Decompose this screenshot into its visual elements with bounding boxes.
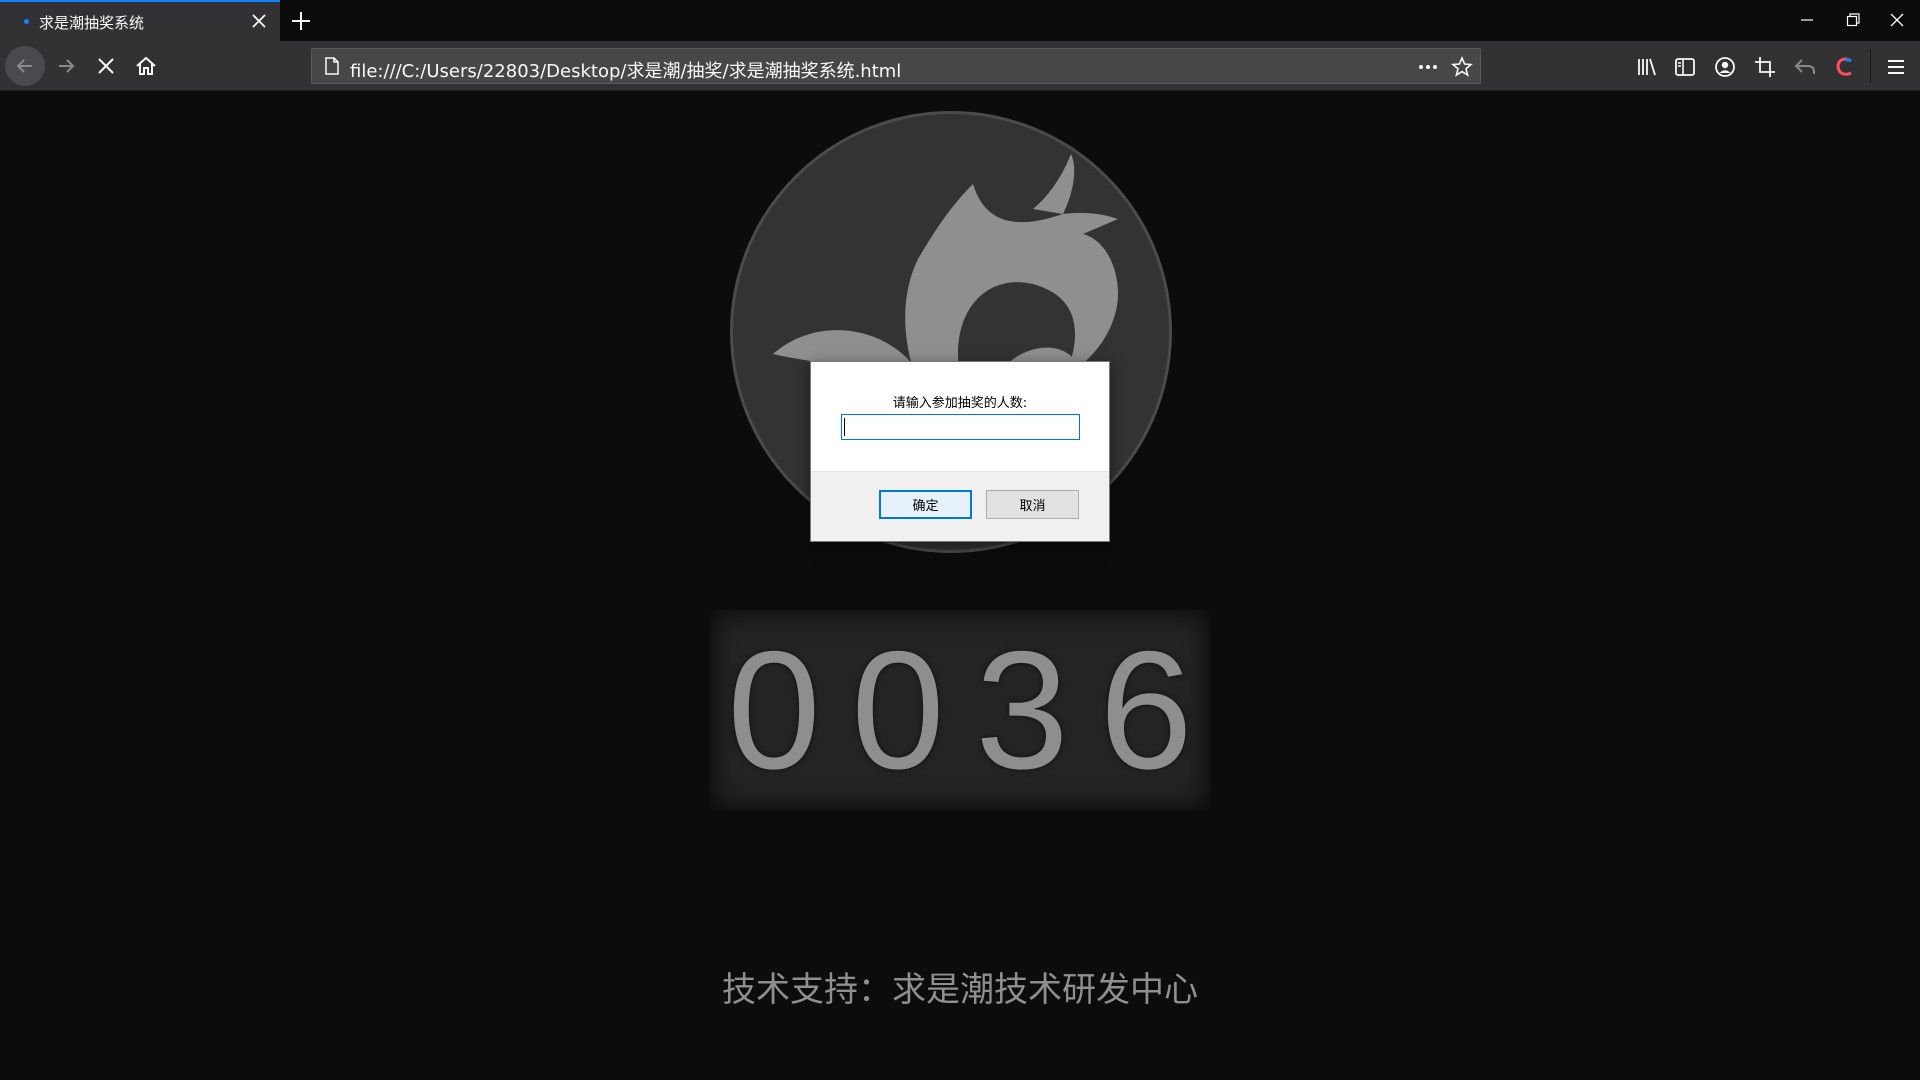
stop-icon [98, 58, 114, 74]
minimize-icon[interactable] [1790, 6, 1824, 34]
ok-button[interactable]: 确定 [879, 490, 972, 519]
stop-button[interactable] [86, 46, 126, 86]
new-tab-icon[interactable] [286, 6, 316, 36]
prompt-dialog: 请输入参加抽奖的人数: 确定 取消 [810, 361, 1110, 542]
restore-icon[interactable] [1836, 6, 1870, 34]
page-actions-icon[interactable] [1416, 55, 1440, 79]
text-caret [844, 418, 845, 436]
extension-c-icon[interactable] [1832, 54, 1858, 80]
tab-bar: 求是潮抽奖系统 [0, 0, 1920, 41]
navigation-toolbar: file:///C:/Users/22803/Desktop/求是潮/抽奖/求是… [0, 41, 1920, 91]
number-counter: 0 0 3 6 [710, 610, 1210, 810]
participant-count-input[interactable] [841, 414, 1080, 440]
page-icon [325, 57, 339, 75]
tech-support-credit: 技术支持：求是潮技术研发中心 [722, 970, 1198, 1010]
counter-digit: 0 [727, 616, 821, 804]
toolbar-separator [1870, 49, 1871, 83]
undo-arrow-icon[interactable] [1792, 54, 1818, 80]
close-window-icon[interactable] [1880, 6, 1914, 34]
url-text[interactable]: file:///C:/Users/22803/Desktop/求是潮/抽奖/求是… [350, 57, 901, 83]
url-bar[interactable]: file:///C:/Users/22803/Desktop/求是潮/抽奖/求是… [311, 48, 1481, 84]
counter-digit: 3 [975, 616, 1069, 804]
library-icon[interactable] [1634, 54, 1660, 80]
close-tab-icon[interactable] [248, 10, 270, 32]
arrow-left-icon [16, 59, 32, 73]
tab-title: 求是潮抽奖系统 [39, 14, 145, 32]
cancel-button[interactable]: 取消 [986, 490, 1079, 519]
arrow-right-icon [59, 59, 75, 73]
account-icon[interactable] [1712, 54, 1738, 80]
bookmark-star-icon[interactable] [1450, 55, 1474, 79]
home-button[interactable] [126, 46, 166, 86]
sidebar-icon[interactable] [1672, 54, 1698, 80]
page-content: 0 0 3 6 技术支持：求是潮技术研发中心 [0, 92, 1920, 1080]
screenshot-crop-icon[interactable] [1752, 54, 1778, 80]
menu-hamburger-icon[interactable] [1883, 54, 1909, 80]
dialog-button-area: 确定 取消 [811, 471, 1109, 541]
dialog-message: 请输入参加抽奖的人数: [892, 396, 1028, 411]
dialog-body: 请输入参加抽奖的人数: [811, 362, 1109, 471]
loading-indicator-icon [24, 19, 29, 24]
back-button[interactable] [5, 46, 45, 86]
forward-button[interactable] [46, 46, 86, 86]
home-icon [136, 56, 156, 75]
counter-digit: 0 [851, 616, 945, 804]
counter-digit: 6 [1099, 616, 1193, 804]
tab-active[interactable]: 求是潮抽奖系统 [0, 0, 280, 41]
